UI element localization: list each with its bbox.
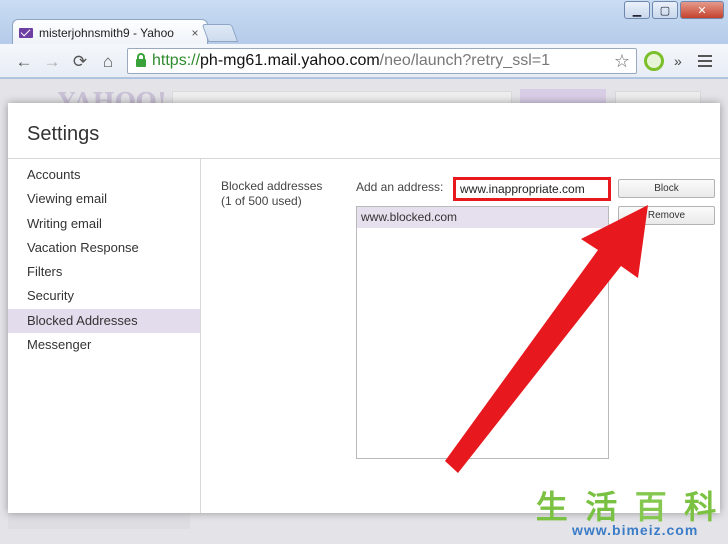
home-icon[interactable]: ⌂ (98, 52, 118, 70)
blocked-addresses-panel: Blocked addresses (1 of 500 used) Add an… (201, 159, 720, 513)
browser-titlebar: misterjohnsmith9 - Yahoo × ▁ ▢ ✕ (0, 0, 728, 45)
mail-icon (19, 27, 33, 38)
settings-nav-item[interactable]: Writing email (8, 212, 200, 236)
blocked-usage-count: (1 of 500 used) (221, 194, 302, 208)
close-window-button[interactable]: ✕ (680, 1, 724, 19)
tab-close-icon[interactable]: × (189, 26, 201, 40)
new-tab-button[interactable] (201, 24, 239, 42)
overflow-chevron-icon[interactable]: » (674, 53, 682, 69)
settings-nav-item[interactable]: Vacation Response (8, 236, 200, 260)
watermark-char: 活 (585, 488, 620, 526)
lock-icon (136, 53, 146, 67)
settings-nav-item[interactable]: Messenger (8, 333, 200, 357)
minimize-button[interactable]: ▁ (624, 1, 650, 19)
settings-nav-item[interactable]: Viewing email (8, 187, 200, 211)
forward-icon[interactable]: → (42, 52, 62, 70)
back-icon[interactable]: ← (14, 52, 34, 70)
watermark-char: 百 (634, 488, 669, 526)
maximize-button[interactable]: ▢ (652, 1, 678, 19)
window-controls: ▁ ▢ ✕ (624, 1, 724, 19)
blocked-addresses-label: Blocked addresses (1 of 500 used) (221, 179, 322, 209)
browser-toolbar: ← → ⟳ ⌂ https://ph-mg61.mail.yahoo.com/n… (0, 44, 728, 78)
remove-button[interactable]: Remove (618, 206, 715, 225)
watermark-logo: 生活百科 (528, 482, 726, 526)
address-bar[interactable]: https://ph-mg61.mail.yahoo.com/neo/launc… (127, 48, 637, 74)
add-address-input[interactable] (453, 177, 611, 201)
add-address-label: Add an address: (356, 180, 444, 194)
settings-title: Settings (27, 123, 100, 145)
reload-icon[interactable]: ⟳ (70, 52, 90, 70)
settings-nav: Accounts Viewing email Writing email Vacati… (8, 159, 201, 513)
settings-nav-item[interactable]: Accounts (8, 163, 200, 187)
browser-tab[interactable]: misterjohnsmith9 - Yahoo × (12, 19, 208, 45)
url-text: https://ph-mg61.mail.yahoo.com/neo/launc… (152, 52, 550, 70)
settings-nav-list: Accounts Viewing email Writing email Vacati… (8, 159, 200, 357)
watermark-url: www.bimeiz.com (572, 522, 699, 538)
settings-nav-item[interactable]: Security (8, 284, 200, 308)
watermark-char: 生 (535, 488, 570, 526)
blocked-address-item[interactable]: www.blocked.com (357, 207, 608, 228)
extension-icon[interactable] (644, 51, 664, 71)
settings-nav-item[interactable]: Filters (8, 260, 200, 284)
watermark: 生活百科 www.bimeiz.com (528, 482, 726, 542)
url-path: /neo/launch?retry_ssl=1 (379, 52, 550, 69)
watermark-char: 科 (684, 488, 719, 526)
menu-icon[interactable] (698, 55, 712, 70)
blocked-addresses-list[interactable]: www.blocked.com (356, 206, 609, 459)
url-host: ph-mg61.mail.yahoo.com (200, 52, 380, 69)
url-scheme: https:// (152, 52, 201, 69)
tab-title: misterjohnsmith9 - Yahoo (39, 25, 174, 40)
block-button[interactable]: Block (618, 179, 715, 198)
bookmark-star-icon[interactable]: ☆ (614, 51, 630, 72)
blocked-addresses-heading: Blocked addresses (221, 179, 323, 193)
settings-nav-item[interactable]: Blocked Addresses (8, 308, 200, 334)
settings-dialog: Settings Accounts Viewing email Writing em… (8, 103, 720, 513)
